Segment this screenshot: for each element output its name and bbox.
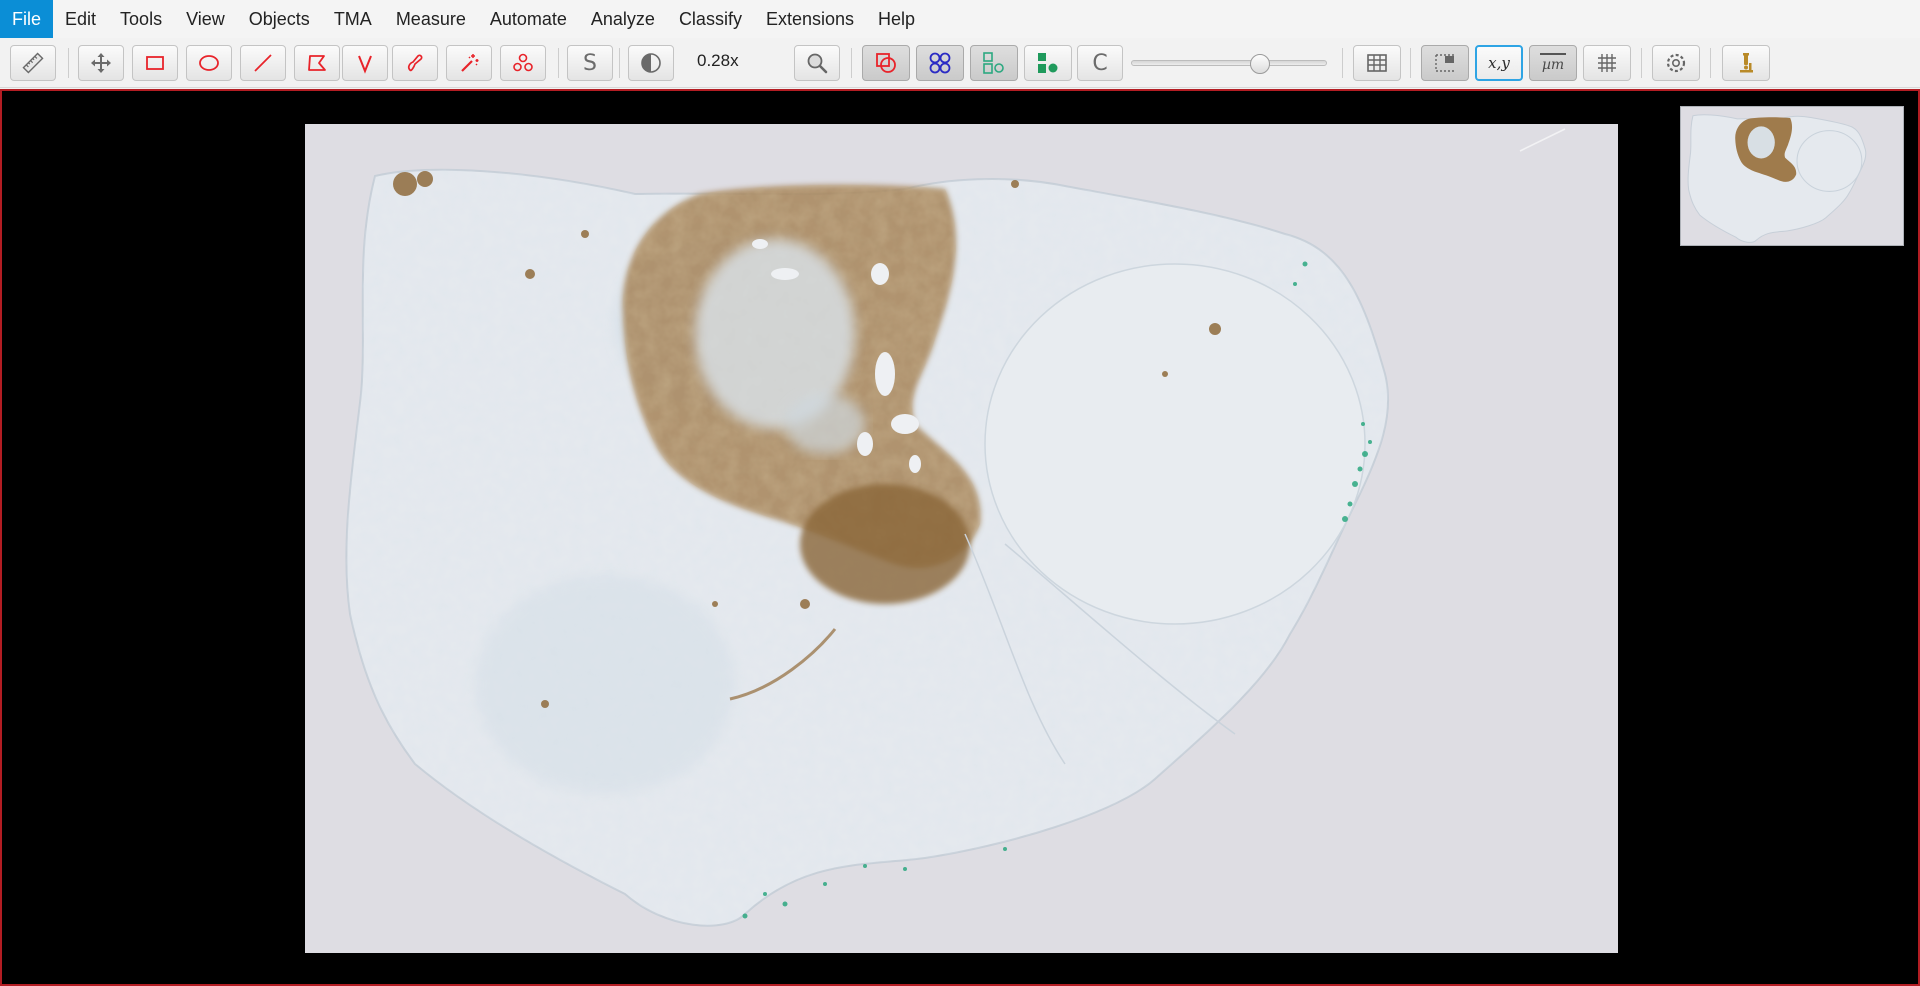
polyline-tool-button[interactable] bbox=[342, 45, 388, 81]
brightness-contrast-button[interactable] bbox=[628, 45, 674, 81]
show-annotations-button[interactable] bbox=[862, 45, 910, 81]
preferences-icon bbox=[1664, 51, 1688, 75]
show-annotations-icon bbox=[873, 50, 899, 76]
menu-analyze[interactable]: Analyze bbox=[579, 0, 667, 38]
menu-tools[interactable]: Tools bbox=[108, 0, 174, 38]
preferences-button[interactable] bbox=[1652, 45, 1700, 81]
toolbar-separator bbox=[1410, 48, 1411, 78]
zoom-level-label: 0.28x bbox=[697, 51, 739, 70]
menu-file[interactable]: File bbox=[0, 0, 54, 38]
menu-measure[interactable]: Measure bbox=[384, 0, 478, 38]
menu-tma[interactable]: TMA bbox=[322, 0, 384, 38]
menu-classify[interactable]: Classify bbox=[667, 0, 754, 38]
toolbar-separator bbox=[1710, 48, 1711, 78]
show-detections-button[interactable] bbox=[970, 45, 1018, 81]
cell-mode-label: C bbox=[1092, 50, 1108, 76]
image-viewer[interactable] bbox=[0, 89, 1920, 986]
selection-mode-label: S bbox=[583, 50, 597, 76]
points-icon bbox=[511, 51, 535, 75]
selection-mode-button[interactable]: S bbox=[567, 45, 613, 81]
show-location-button[interactable]: x,y bbox=[1475, 45, 1523, 81]
measurement-table-button[interactable] bbox=[1353, 45, 1401, 81]
zoom-to-fit-button[interactable] bbox=[794, 45, 840, 81]
measure-tool-button[interactable] bbox=[10, 45, 56, 81]
menu-view[interactable]: View bbox=[174, 0, 237, 38]
menu-bar: File Edit Tools View Objects TMA Measure… bbox=[0, 0, 1920, 38]
polygon-icon bbox=[305, 51, 329, 75]
menu-extensions[interactable]: Extensions bbox=[754, 0, 866, 38]
line-icon bbox=[251, 51, 275, 75]
overview-thumbnail[interactable] bbox=[1680, 106, 1904, 246]
fill-detections-icon bbox=[1035, 50, 1061, 76]
toolbar-separator bbox=[68, 48, 69, 78]
ellipse-tool-button[interactable] bbox=[186, 45, 232, 81]
contrast-icon bbox=[639, 51, 663, 75]
wand-tool-button[interactable] bbox=[446, 45, 492, 81]
toolbar-separator bbox=[851, 48, 852, 78]
microscope-button[interactable] bbox=[1722, 45, 1770, 81]
move-tool-button[interactable] bbox=[78, 45, 124, 81]
polygon-tool-button[interactable] bbox=[294, 45, 340, 81]
fill-detections-button[interactable] bbox=[1024, 45, 1072, 81]
wand-icon bbox=[457, 51, 481, 75]
show-cell-boundaries-button[interactable]: C bbox=[1077, 45, 1123, 81]
show-tma-grid-button[interactable] bbox=[916, 45, 964, 81]
show-tma-grid-icon bbox=[927, 50, 953, 76]
show-scalebar-button[interactable]: µm bbox=[1529, 45, 1577, 81]
location-icon: x,y bbox=[1488, 54, 1510, 72]
toolbar-separator bbox=[558, 48, 559, 78]
show-detections-icon bbox=[981, 50, 1007, 76]
menu-objects[interactable]: Objects bbox=[237, 0, 322, 38]
menu-automate[interactable]: Automate bbox=[478, 0, 579, 38]
brush-icon bbox=[403, 51, 427, 75]
menu-edit[interactable]: Edit bbox=[53, 0, 108, 38]
polyline-icon bbox=[353, 51, 377, 75]
line-tool-button[interactable] bbox=[240, 45, 286, 81]
rectangle-icon bbox=[143, 51, 167, 75]
show-grid-button[interactable] bbox=[1583, 45, 1631, 81]
scalebar-unit: µm bbox=[1541, 57, 1565, 73]
scalebar-icon: µm bbox=[1540, 53, 1566, 73]
microscope-icon bbox=[1734, 51, 1758, 75]
overview-icon bbox=[1433, 51, 1457, 75]
points-tool-button[interactable] bbox=[500, 45, 546, 81]
move-icon bbox=[89, 51, 113, 75]
measurement-table-icon bbox=[1365, 51, 1389, 75]
show-overview-button[interactable] bbox=[1421, 45, 1469, 81]
toolbar-separator bbox=[1641, 48, 1642, 78]
toolbar-separator bbox=[619, 48, 620, 78]
overview-image bbox=[1687, 114, 1867, 243]
opacity-slider-thumb[interactable] bbox=[1249, 54, 1270, 74]
toolbar-separator bbox=[1342, 48, 1343, 78]
ellipse-icon bbox=[197, 51, 221, 75]
brush-tool-button[interactable] bbox=[392, 45, 438, 81]
menu-help[interactable]: Help bbox=[866, 0, 927, 38]
grid-icon bbox=[1595, 51, 1619, 75]
tissue-section bbox=[345, 128, 1566, 927]
opacity-slider[interactable] bbox=[1131, 54, 1327, 74]
slide-image[interactable] bbox=[305, 124, 1618, 953]
ruler-icon bbox=[21, 51, 45, 75]
zoom-fit-icon bbox=[805, 51, 829, 75]
rectangle-tool-button[interactable] bbox=[132, 45, 178, 81]
